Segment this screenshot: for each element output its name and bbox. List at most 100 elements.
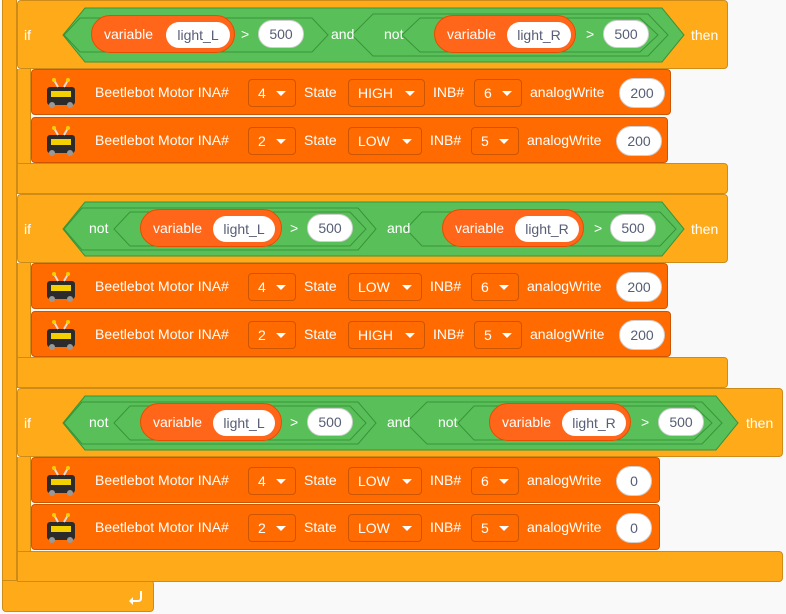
ina-value: 4 xyxy=(258,279,266,295)
inb-dropdown[interactable]: 5 xyxy=(471,127,519,155)
inb-dropdown[interactable]: 5 xyxy=(474,321,522,349)
gt-symbol: > xyxy=(241,26,250,42)
threshold-input[interactable]: 500 xyxy=(603,20,649,48)
forever-block-bottom[interactable] xyxy=(2,580,154,612)
ina-dropdown[interactable]: 4 xyxy=(248,467,296,495)
state-dropdown[interactable]: LOW xyxy=(348,514,422,542)
ina-dropdown[interactable]: 4 xyxy=(248,79,296,107)
if-block-3-bottom[interactable] xyxy=(17,551,783,582)
beetlebot-motor-block[interactable]: Beetlebot Motor INA# 2 State LOW INB# 5 … xyxy=(31,117,668,163)
variable-name-field[interactable]: light_L xyxy=(166,22,230,48)
dropdown-arrow-icon xyxy=(402,526,412,531)
dropdown-arrow-icon xyxy=(405,91,415,96)
ina-dropdown[interactable]: 2 xyxy=(248,321,296,349)
variable-reporter[interactable]: variable light_L xyxy=(140,209,282,247)
if-keyword: if xyxy=(24,221,31,237)
variable-reporter[interactable]: variable light_L xyxy=(91,15,235,53)
beetlebot-motor-block[interactable]: Beetlebot Motor INA# 2 State HIGH INB# 5… xyxy=(31,311,671,357)
analogwrite-label: analogWrite xyxy=(530,326,605,342)
forever-block[interactable] xyxy=(2,0,17,588)
if-block-2-bottom[interactable] xyxy=(17,357,728,388)
dropdown-arrow-icon xyxy=(405,333,415,338)
beetlebot-robot-icon xyxy=(47,513,75,543)
variable-reporter[interactable]: variable light_R xyxy=(442,209,584,247)
dropdown-arrow-icon xyxy=(499,479,509,484)
pwm-input[interactable]: 0 xyxy=(616,466,652,496)
state-dropdown[interactable]: HIGH xyxy=(348,321,425,349)
state-dropdown[interactable]: LOW xyxy=(348,467,422,495)
inb-label: INB# xyxy=(433,84,465,100)
beetlebot-motor-block[interactable]: Beetlebot Motor INA# 4 State LOW INB# 6 … xyxy=(31,263,668,309)
if-block-1-bottom[interactable] xyxy=(17,163,728,194)
ina-value: 2 xyxy=(258,327,266,343)
dropdown-arrow-icon xyxy=(499,285,509,290)
ina-value: 4 xyxy=(258,473,266,489)
ina-dropdown[interactable]: 2 xyxy=(248,514,296,542)
threshold-input[interactable]: 500 xyxy=(307,408,353,436)
threshold-input[interactable]: 500 xyxy=(610,214,656,242)
inb-value: 6 xyxy=(481,279,489,295)
beetlebot-motor-block[interactable]: Beetlebot Motor INA# 4 State HIGH INB# 6… xyxy=(31,69,671,115)
variable-label: variable xyxy=(447,26,497,42)
state-dropdown[interactable]: HIGH xyxy=(348,79,425,107)
ina-value: 4 xyxy=(258,85,266,101)
state-dropdown[interactable]: LOW xyxy=(348,273,422,301)
dropdown-arrow-icon xyxy=(402,479,412,484)
dropdown-arrow-icon xyxy=(402,139,412,144)
ina-dropdown[interactable]: 4 xyxy=(248,273,296,301)
variable-reporter[interactable]: variable light_R xyxy=(434,15,576,53)
state-dropdown[interactable]: LOW xyxy=(348,127,422,155)
variable-label: variable xyxy=(104,26,154,42)
gt-symbol: > xyxy=(594,220,603,236)
beetlebot-motor-block[interactable]: Beetlebot Motor INA# 2 State LOW INB# 5 … xyxy=(31,504,660,550)
analogwrite-label: analogWrite xyxy=(527,472,602,488)
motor-label: Beetlebot Motor INA# xyxy=(95,278,229,294)
and-keyword: and xyxy=(387,414,411,430)
state-value: LOW xyxy=(358,133,390,149)
variable-name-field[interactable]: light_R xyxy=(515,216,579,242)
beetlebot-robot-icon xyxy=(47,320,75,350)
state-value: HIGH xyxy=(358,327,393,343)
dropdown-arrow-icon xyxy=(276,139,286,144)
and-keyword: and xyxy=(387,220,411,236)
dropdown-arrow-icon xyxy=(276,333,286,338)
gt-symbol: > xyxy=(290,220,299,236)
inb-dropdown[interactable]: 6 xyxy=(471,467,519,495)
variable-name-field[interactable]: light_R xyxy=(507,22,571,48)
pwm-input[interactable]: 200 xyxy=(619,320,665,350)
state-label: State xyxy=(304,84,337,100)
pwm-input[interactable]: 200 xyxy=(616,126,662,156)
beetlebot-motor-block[interactable]: Beetlebot Motor INA# 4 State LOW INB# 6 … xyxy=(31,457,660,503)
dropdown-arrow-icon xyxy=(276,526,286,531)
variable-reporter[interactable]: variable light_L xyxy=(140,403,282,441)
inb-dropdown[interactable]: 6 xyxy=(474,79,522,107)
inb-label: INB# xyxy=(433,326,465,342)
pwm-input[interactable]: 0 xyxy=(616,513,652,543)
variable-label: variable xyxy=(153,220,203,236)
pwm-input[interactable]: 200 xyxy=(619,78,665,108)
threshold-input[interactable]: 500 xyxy=(658,408,704,436)
pwm-input[interactable]: 200 xyxy=(616,272,662,302)
inb-label: INB# xyxy=(430,132,462,148)
threshold-input[interactable]: 500 xyxy=(258,20,304,48)
ina-value: 2 xyxy=(258,133,266,149)
motor-label: Beetlebot Motor INA# xyxy=(95,326,229,342)
dropdown-arrow-icon xyxy=(402,285,412,290)
not-keyword: not xyxy=(438,414,458,430)
inb-value: 6 xyxy=(481,473,489,489)
variable-name-field[interactable]: light_R xyxy=(562,410,626,436)
ina-dropdown[interactable]: 2 xyxy=(248,127,296,155)
dropdown-arrow-icon xyxy=(499,139,509,144)
variable-name-field[interactable]: light_L xyxy=(213,216,275,242)
state-label: State xyxy=(304,519,337,535)
dropdown-arrow-icon xyxy=(499,526,509,531)
dropdown-arrow-icon xyxy=(502,333,512,338)
inb-dropdown[interactable]: 6 xyxy=(471,273,519,301)
motor-label: Beetlebot Motor INA# xyxy=(95,132,229,148)
inb-dropdown[interactable]: 5 xyxy=(471,514,519,542)
variable-name-field[interactable]: light_L xyxy=(213,410,275,436)
threshold-input[interactable]: 500 xyxy=(307,214,353,242)
variable-reporter[interactable]: variable light_R xyxy=(489,403,631,441)
if-keyword: if xyxy=(24,27,31,43)
inb-value: 5 xyxy=(481,133,489,149)
